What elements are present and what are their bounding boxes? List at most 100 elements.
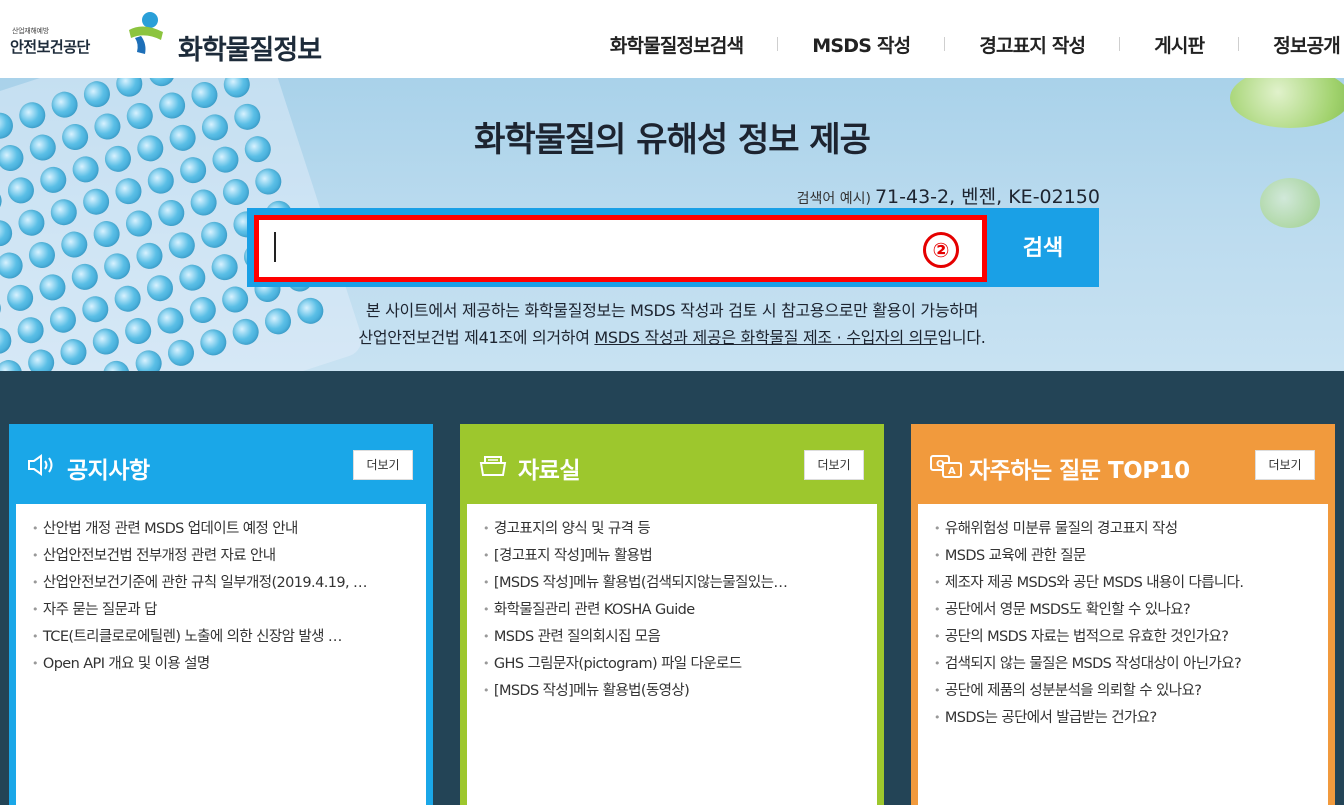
- nav-board[interactable]: 게시판: [1120, 31, 1238, 58]
- nav-msds-write[interactable]: MSDS 작성: [778, 31, 944, 58]
- well-decoration: [220, 78, 254, 101]
- text-cursor: [274, 232, 276, 262]
- site-title: 화학물질정보: [178, 35, 322, 66]
- list-item[interactable]: [경고표지 작성]메뉴 활용법: [483, 543, 865, 570]
- notice-line-2: 산업안전보건법 제41조에 의거하여 MSDS 작성과 제공은 화학물질 제조 …: [0, 324, 1344, 351]
- well-decoration: [197, 218, 231, 252]
- well-decoration: [165, 228, 199, 262]
- list-item[interactable]: 유해위험성 미분류 물질의 경고표지 작성: [934, 516, 1316, 543]
- folder-icon: [479, 456, 507, 476]
- well-decoration: [133, 239, 166, 273]
- panel-title: 자료실: [518, 458, 580, 484]
- panel-list: 산안법 개정 관련 MSDS 업데이트 예정 안내 산업안전보건법 전부개정 관…: [16, 504, 426, 805]
- list-item[interactable]: 제조자 제공 MSDS와 공단 MSDS 내용이 다릅니다.: [934, 570, 1316, 597]
- list-item[interactable]: MSDS 관련 질의회시집 모음: [483, 624, 865, 651]
- well-decoration: [100, 249, 134, 283]
- panel-title: 자주하는 질문 TOP10: [969, 458, 1190, 484]
- panel-title: 공지사항: [67, 458, 150, 484]
- notice-suffix: 입니다.: [937, 328, 986, 347]
- list-item[interactable]: MSDS 교육에 관한 질문: [934, 543, 1316, 570]
- list-item[interactable]: 화학물질관리 관련 KOSHA Guide: [483, 597, 865, 624]
- well-decoration: [90, 217, 124, 251]
- site-header: 산업재해예방 안전보건공단 화학물질정보 화학물질정보검색 MSDS 작성 경고…: [0, 0, 1344, 78]
- svg-text:A: A: [948, 466, 956, 477]
- well-decoration: [47, 195, 81, 229]
- list-item[interactable]: TCE(트리클로로에틸렌) 노출에 의한 신장암 발생 …: [32, 624, 414, 651]
- well-decoration: [57, 228, 91, 261]
- notice-prefix: 산업안전보건법 제41조에 의거하여: [358, 328, 595, 347]
- leaf-decoration: [1260, 178, 1320, 228]
- list-item[interactable]: 산업안전보건법 전부개정 관련 자료 안내: [32, 543, 414, 570]
- list-item[interactable]: 산안법 개정 관련 MSDS 업데이트 예정 안내: [32, 516, 414, 543]
- well-decoration: [144, 164, 178, 198]
- panel-header: 공지사항 더보기: [9, 424, 433, 504]
- notice-line-1: 본 사이트에서 제공하는 화학물질정보는 MSDS 작성과 검토 시 참고용으로…: [365, 301, 979, 320]
- hero-title: 화학물질의 유해성 정보 제공: [474, 120, 871, 160]
- well-decoration: [25, 238, 59, 272]
- well-decoration: [0, 356, 26, 371]
- list-item[interactable]: 공단의 MSDS 자료는 법적으로 유효한 것인가요?: [934, 624, 1316, 651]
- well-decoration: [80, 78, 114, 111]
- list-item[interactable]: 산업안전보건기준에 관한 규칙 일부개정(2019.4.19, …: [32, 570, 414, 597]
- kosha-logo-icon: [129, 12, 163, 54]
- well-decoration: [122, 207, 156, 240]
- well-decoration: [15, 206, 48, 240]
- list-item[interactable]: 검색되지 않는 물질은 MSDS 작성대상이 아닌가요?: [934, 651, 1316, 678]
- well-decoration: [251, 165, 285, 198]
- panel-list: 경고표지의 양식 및 규격 등 [경고표지 작성]메뉴 활용법 [MSDS 작성…: [467, 504, 877, 805]
- org-name: 안전보건공단: [10, 38, 90, 56]
- org-tagline: 산업재해예방: [12, 27, 49, 35]
- nav-disclosure[interactable]: 정보공개: [1239, 31, 1344, 58]
- example-value: 71-43-2, 벤젠, KE-02150: [874, 186, 1100, 208]
- search-button[interactable]: 검색: [990, 215, 1096, 282]
- qa-icon: Q A: [930, 455, 962, 478]
- well-decoration: [208, 250, 242, 284]
- well-decoration: [112, 174, 145, 208]
- well-decoration: [99, 357, 133, 371]
- panel-list: 유해위험성 미분류 물질의 경고표지 작성 MSDS 교육에 관한 질문 제조자…: [918, 504, 1328, 805]
- nav-warning-label[interactable]: 경고표지 작성: [945, 31, 1119, 58]
- list-item[interactable]: 경고표지의 양식 및 규격 등: [483, 516, 865, 543]
- more-button[interactable]: 더보기: [1255, 450, 1315, 480]
- list-item[interactable]: 공단에서 영문 MSDS도 확인할 수 있나요?: [934, 597, 1316, 624]
- resources-panel: 자료실 더보기 경고표지의 양식 및 규격 등 [경고표지 작성]메뉴 활용법 …: [460, 424, 884, 805]
- well-decoration: [188, 78, 221, 112]
- list-item[interactable]: Open API 개요 및 이용 설명: [32, 651, 414, 678]
- list-item[interactable]: [MSDS 작성]메뉴 활용법(동영상): [483, 678, 865, 705]
- well-decoration: [36, 163, 70, 197]
- faq-panel: Q A 자주하는 질문 TOP10 더보기 유해위험성 미분류 물질의 경고표지…: [911, 424, 1335, 805]
- notice-underlined: MSDS 작성과 제공은 화학물질 제조 · 수입자의 의무: [594, 328, 938, 347]
- list-item[interactable]: [MSDS 작성]메뉴 활용법(검색되지않는물질있는…: [483, 570, 865, 597]
- search-example: 검색어 예시) 71-43-2, 벤젠, KE-02150: [797, 182, 1100, 209]
- well-decoration: [0, 216, 16, 250]
- list-item[interactable]: GHS 그림문자(pictogram) 파일 다운로드: [483, 651, 865, 678]
- speaker-icon: [28, 454, 53, 476]
- example-label: 검색어 예시): [796, 191, 871, 207]
- list-item[interactable]: MSDS는 공단에서 발급받는 건가요?: [934, 705, 1316, 732]
- usage-notice: 본 사이트에서 제공하는 화학물질정보는 MSDS 작성과 검토 시 참고용으로…: [0, 297, 1344, 351]
- logo[interactable]: 산업재해예방 안전보건공단 화학물질정보: [10, 10, 340, 66]
- search-input[interactable]: [259, 220, 982, 277]
- main-nav: 화학물질정보검색 MSDS 작성 경고표지 작성 게시판 정보공개: [576, 26, 1344, 62]
- well-decoration: [112, 78, 146, 101]
- well-decoration: [219, 175, 253, 209]
- nav-chemical-search[interactable]: 화학물질정보검색: [576, 31, 777, 58]
- step-marker: ②: [923, 232, 959, 268]
- notice-panel: 공지사항 더보기 산안법 개정 관련 MSDS 업데이트 예정 안내 산업안전보…: [9, 424, 433, 805]
- more-button[interactable]: 더보기: [804, 450, 864, 480]
- well-decoration: [79, 185, 113, 219]
- well-decoration: [0, 184, 5, 218]
- more-button[interactable]: 더보기: [353, 450, 413, 480]
- list-item[interactable]: 공단에 제품의 성분분석을 의뢰할 수 있나요?: [934, 678, 1316, 705]
- well-decoration: [187, 186, 221, 219]
- panel-header: Q A 자주하는 질문 TOP10 더보기: [911, 424, 1335, 504]
- well-decoration: [145, 78, 178, 90]
- list-item[interactable]: 자주 묻는 질문과 답: [32, 597, 414, 624]
- well-decoration: [175, 261, 209, 295]
- well-decoration: [4, 173, 38, 207]
- well-decoration: [177, 78, 211, 80]
- well-decoration: [68, 260, 102, 294]
- search-input-highlight: [254, 215, 987, 282]
- well-decoration: [0, 249, 27, 282]
- well-decoration: [154, 196, 188, 230]
